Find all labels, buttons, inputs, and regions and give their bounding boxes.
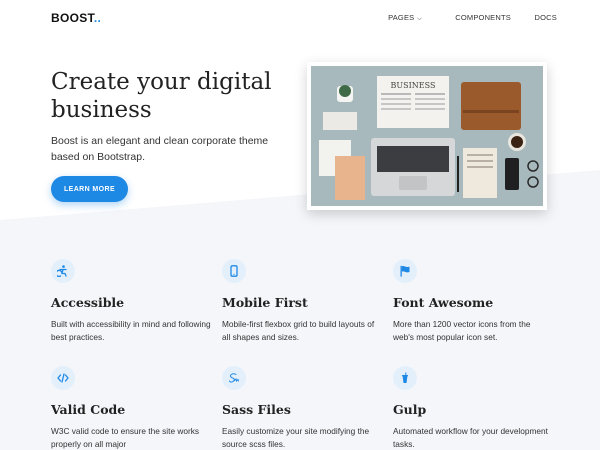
hero-subtitle: Boost is an elegant and clean corporate … [51, 135, 269, 163]
newspaper-heading: BUSINESS [391, 81, 436, 90]
desk-photo: BUSINESS [311, 66, 543, 206]
hero-title: Create your digital business [51, 69, 272, 123]
nav-pages-label: PAGES [388, 13, 415, 22]
feature-text: Automated workflow for your development … [393, 426, 548, 449]
feature-title: Gulp [393, 402, 427, 417]
feature-title: Mobile First [222, 295, 308, 310]
navbar: BOOST.. PAGES ⌵ COMPONENTS DOCS [0, 0, 600, 36]
nav-components[interactable]: COMPONENTS [455, 13, 511, 22]
accessibility-icon [51, 259, 75, 283]
feature-text: Easily customize your site modifying the… [222, 426, 370, 449]
brand-name: BOOST [51, 11, 94, 25]
mobile-icon [222, 259, 246, 283]
desk-illustration: BUSINESS [311, 66, 543, 206]
code-icon [51, 366, 75, 390]
sass-icon [222, 366, 246, 390]
flag-icon [393, 259, 417, 283]
nav-pages[interactable]: PAGES ⌵ [388, 13, 422, 23]
gulp-icon [393, 366, 417, 390]
feature-text: More than 1200 vector icons from the web… [393, 319, 531, 342]
brand-logo[interactable]: BOOST.. [51, 11, 101, 25]
hero-image: BUSINESS [307, 62, 547, 210]
feature-title: Sass Files [222, 402, 291, 417]
feature-title: Font Awesome [393, 295, 494, 310]
chevron-down-icon: ⌵ [415, 16, 422, 22]
feature-text: Built with accessibility in mind and fol… [51, 319, 211, 342]
nav-docs[interactable]: DOCS [535, 13, 557, 22]
feature-title: Valid Code [51, 402, 126, 417]
learn-more-button[interactable]: LEARN MORE [51, 176, 128, 202]
brand-dots: .. [93, 11, 102, 25]
feature-title: Accessible [51, 295, 125, 310]
feature-text: Mobile-first flexbox grid to build layou… [222, 319, 375, 342]
feature-text: W3C valid code to ensure the site works … [51, 426, 200, 449]
